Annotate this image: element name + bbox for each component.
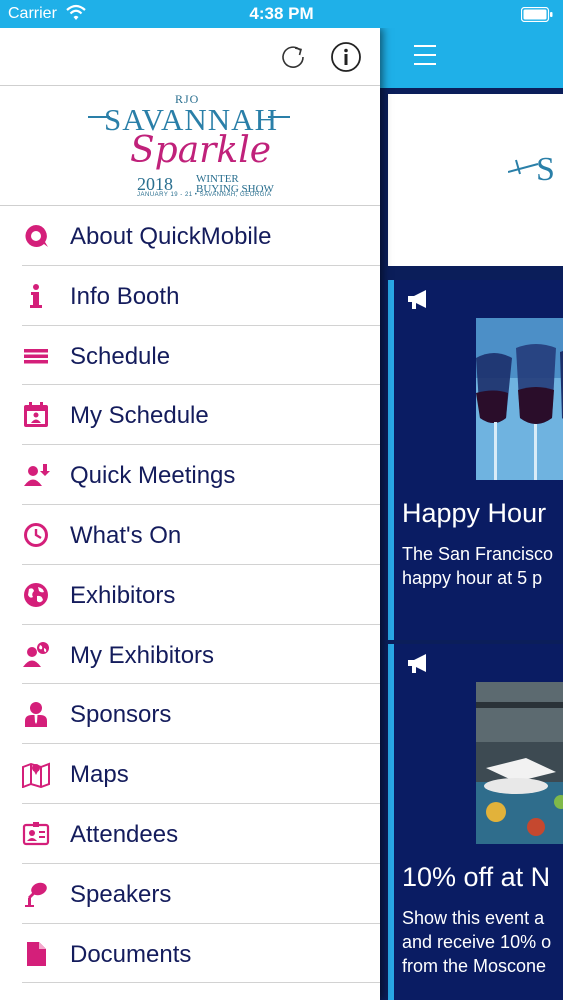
- document-icon: [27, 941, 46, 966]
- app-header: [380, 28, 563, 88]
- my-schedule-icon: [24, 402, 48, 428]
- menu-item-whats-on[interactable]: What's On: [0, 505, 380, 565]
- sponsor-icon: [25, 702, 47, 728]
- svg-text:S: S: [536, 151, 555, 188]
- event-feed: S Happy Hour The San Francisco happy hou…: [380, 28, 563, 1000]
- my-exhibitors-icon: [23, 641, 49, 667]
- wine-glasses-image: [476, 318, 563, 480]
- menu-item-my-exhibitors[interactable]: My Exhibitors: [0, 625, 380, 685]
- battery-icon: [521, 7, 553, 22]
- menu-item-quick-meetings[interactable]: Quick Meetings: [0, 445, 380, 505]
- menu-item-schedule[interactable]: Schedule: [0, 326, 380, 386]
- logo-dates: JANUARY 19 - 21 • SAVANNAH, GEORGIA: [137, 192, 272, 198]
- feed-card[interactable]: Happy Hour The San Francisco happy hour …: [388, 280, 563, 640]
- menu-item-info-booth[interactable]: Info Booth: [0, 266, 380, 326]
- map-icon: [22, 762, 50, 789]
- list-icon: [24, 348, 48, 364]
- menu-item-speakers[interactable]: Speakers: [0, 864, 380, 924]
- logo-script: Sparkle: [130, 130, 272, 171]
- menu-item-sponsors[interactable]: Sponsors: [0, 684, 380, 744]
- megaphone-icon: [408, 290, 426, 309]
- attendee-card-icon: [22, 821, 50, 846]
- menu-item-maps[interactable]: Maps: [0, 744, 380, 804]
- clock-icon: [24, 522, 48, 547]
- megaphone-icon: [408, 654, 426, 673]
- savannah-logo-partial: S: [508, 151, 555, 188]
- info-icon[interactable]: [330, 41, 362, 73]
- event-banner: S: [388, 94, 563, 266]
- menu-item-documents[interactable]: Documents: [0, 924, 380, 984]
- globe-icon: [24, 582, 48, 607]
- restaurant-table-image: [476, 682, 563, 844]
- logo-subtitle: WINTER BUYING SHOW: [196, 173, 274, 195]
- status-bar: Carrier 4:38 PM: [0, 0, 563, 28]
- clock-time: 4:38 PM: [249, 4, 314, 23]
- menu-item-exhibitors[interactable]: Exhibitors: [0, 565, 380, 625]
- refresh-icon[interactable]: [278, 42, 308, 72]
- quick-meetings-icon: [24, 464, 50, 487]
- hamburger-menu-icon[interactable]: [414, 45, 436, 67]
- drawer-menu: About QuickMobile Info Booth Schedule My…: [0, 206, 380, 984]
- card-description: Show this event a and receive 10% o from…: [402, 908, 552, 976]
- event-logo: RJO SAVANNAH Sparkle 2018 WINTER BUYING S…: [0, 86, 380, 206]
- navigation-drawer: RJO SAVANNAH Sparkle 2018 WINTER BUYING S…: [0, 28, 380, 1000]
- info-icon: [30, 283, 42, 308]
- quickmobile-icon: [25, 225, 48, 247]
- card-description: The San Francisco happy hour at 5 p: [402, 544, 554, 588]
- menu-item-my-schedule[interactable]: My Schedule: [0, 385, 380, 445]
- feed-card[interactable]: 10% off at N Show this event a and recei…: [388, 644, 563, 1000]
- menu-item-about-quickmobile[interactable]: About QuickMobile: [0, 206, 380, 266]
- menu-item-attendees[interactable]: Attendees: [0, 804, 380, 864]
- card-title: Happy Hour: [402, 498, 547, 528]
- drawer-toolbar: [0, 28, 380, 86]
- card-title: 10% off at N: [402, 862, 551, 892]
- microphone-icon: [25, 882, 47, 907]
